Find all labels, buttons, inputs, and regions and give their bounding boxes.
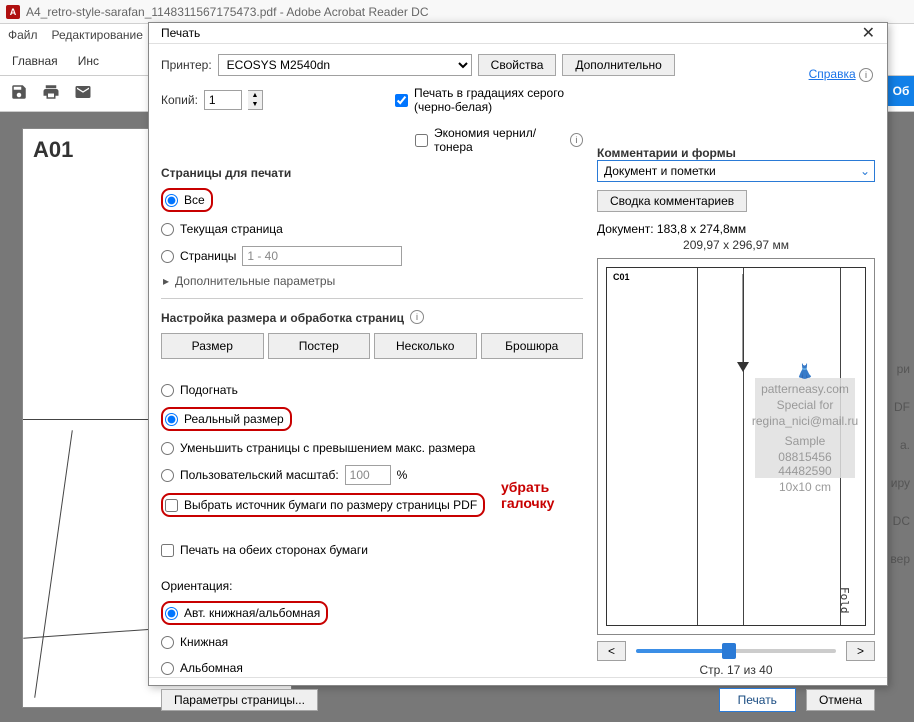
radio-orient-auto[interactable] (165, 607, 178, 620)
next-page-button[interactable]: > (846, 641, 875, 661)
orientation-label: Ориентация: (161, 579, 583, 593)
side-panel-button[interactable]: Об (888, 76, 914, 106)
radio-orient-landscape[interactable] (161, 662, 174, 675)
menu-edit[interactable]: Редактирование (52, 28, 143, 42)
printer-label: Принтер: (161, 58, 212, 72)
radio-all[interactable] (165, 194, 178, 207)
window-title: A4_retro-style-sarafan_1148311567175473.… (26, 5, 429, 19)
print-icon[interactable] (42, 83, 60, 104)
tab-poster[interactable]: Постер (268, 333, 371, 359)
summarize-comments-button[interactable]: Сводка комментариев (597, 190, 747, 212)
document-size-label: Документ: 183,8 x 274,8мм (597, 222, 875, 236)
info-icon[interactable]: i (410, 310, 424, 324)
custom-scale-input[interactable] (345, 465, 391, 485)
radio-current[interactable] (161, 223, 174, 236)
save-icon[interactable] (10, 83, 28, 104)
radio-custom-scale[interactable] (161, 469, 174, 482)
cancel-button[interactable]: Отмена (806, 689, 875, 711)
watermark: 👗 patterneasy.comSpecial forregina_nici@… (755, 378, 855, 478)
tab-booklet[interactable]: Брошюра (481, 333, 584, 359)
pages-section-header: Страницы для печати (161, 166, 583, 180)
radio-shrink[interactable] (161, 442, 174, 455)
page-slider[interactable] (636, 649, 836, 653)
fold-label: Fold (838, 587, 851, 614)
paper-source-checkbox[interactable] (165, 499, 178, 512)
close-icon[interactable]: ✕ (862, 23, 875, 43)
app-icon: A (6, 5, 20, 19)
grayscale-label: Печать в градациях серого (черно-белая) (414, 86, 583, 114)
radio-range[interactable] (161, 250, 174, 263)
print-dialog: Печать ✕ Принтер: ECOSYS M2540dn Свойств… (148, 22, 888, 686)
copies-input[interactable] (204, 90, 242, 110)
annotation-text: галочку (501, 495, 554, 511)
arrow-down-icon (735, 274, 751, 374)
tab-size[interactable]: Размер (161, 333, 264, 359)
printer-select[interactable]: ECOSYS M2540dn (218, 54, 472, 76)
menu-file[interactable]: Файл (8, 28, 38, 42)
print-preview: C01 👗 patterneasy.comSpecial forregina_n… (597, 258, 875, 635)
radio-actual-size[interactable] (165, 413, 178, 426)
mail-icon[interactable] (74, 83, 92, 104)
tab-tools[interactable]: Инс (78, 54, 99, 68)
info-icon[interactable]: i (859, 68, 873, 82)
chevron-right-icon[interactable]: ▸ (163, 274, 169, 288)
dialog-title: Печать (161, 26, 200, 40)
paper-size-label: 209,97 x 296,97 мм (597, 238, 875, 252)
prev-page-button[interactable]: < (597, 641, 626, 661)
copies-label: Копий: (161, 93, 198, 107)
tab-multiple[interactable]: Несколько (374, 333, 477, 359)
sizing-section-header: Настройка размера и обработка страниц (161, 311, 404, 325)
copies-spinner[interactable]: ▲▼ (248, 90, 263, 110)
annotation-text: убрать (501, 479, 549, 495)
grayscale-checkbox[interactable] (395, 94, 408, 107)
print-button[interactable]: Печать (719, 688, 796, 712)
page-indicator: Стр. 17 из 40 (597, 663, 875, 677)
duplex-checkbox[interactable] (161, 544, 174, 557)
page-setup-button[interactable]: Параметры страницы... (161, 689, 318, 711)
inksave-checkbox[interactable] (415, 134, 428, 147)
page-label: A01 (33, 137, 73, 163)
tab-home[interactable]: Главная (12, 54, 58, 68)
page-range-input[interactable] (242, 246, 402, 266)
comments-select[interactable]: Документ и пометки ⌄ (597, 160, 875, 182)
inksave-label: Экономия чернил/тонера (434, 126, 564, 154)
radio-fit[interactable] (161, 384, 174, 397)
radio-orient-portrait[interactable] (161, 636, 174, 649)
chevron-down-icon: ⌄ (860, 164, 870, 178)
info-icon[interactable]: i (570, 133, 583, 147)
comments-section-header: Комментарии и формы (597, 146, 875, 160)
more-options-toggle[interactable]: Дополнительные параметры (175, 274, 335, 288)
properties-button[interactable]: Свойства (478, 54, 557, 76)
help-link[interactable]: Справка (809, 67, 856, 81)
